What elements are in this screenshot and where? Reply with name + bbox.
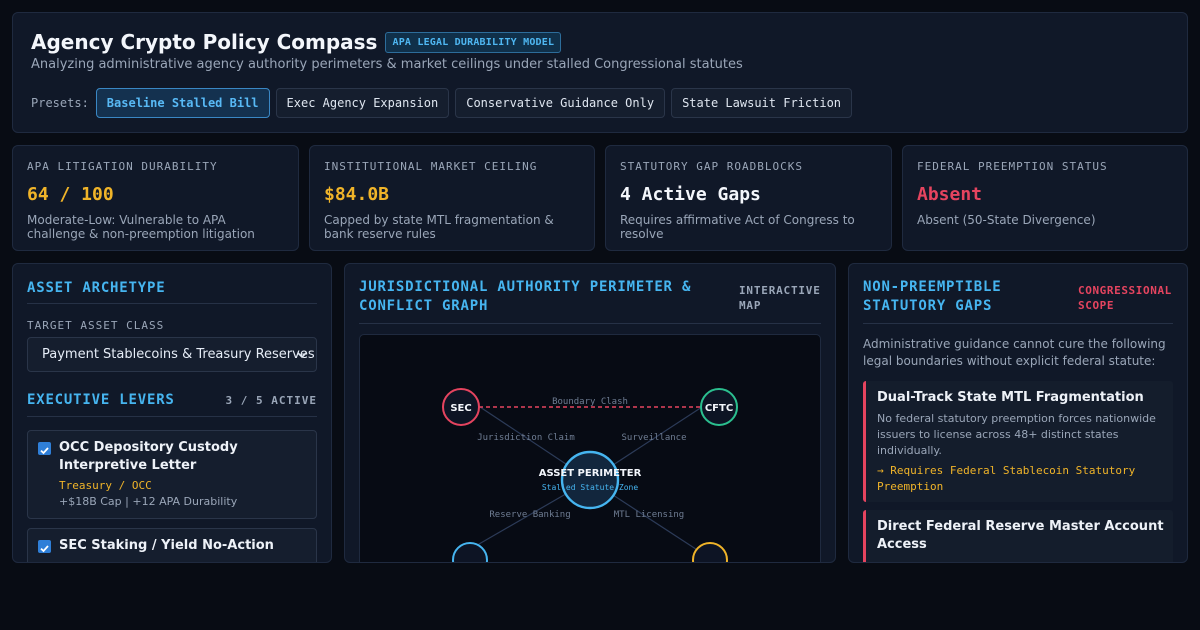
conflict-graph-svg: Boundary Clash Jurisdiction Claim Survei… xyxy=(442,388,738,563)
gaps-intro: Administrative guidance cannot cure the … xyxy=(863,337,1166,368)
interactive-map-tag: INTERACTIVE MAP xyxy=(739,284,821,312)
checkmark-icon xyxy=(40,545,49,553)
graph-node-sec-label: SEC xyxy=(450,403,471,414)
edge-label-clash: Boundary Clash xyxy=(552,397,628,407)
gap-card-mtl-fragmentation[interactable]: Dual-Track State MTL Fragmentation No fe… xyxy=(863,381,1173,502)
preset-conservative-button[interactable]: Conservative Guidance Only xyxy=(455,88,666,118)
target-asset-class-select[interactable]: Payment Stablecoins & Treasury Reserves xyxy=(27,337,317,372)
target-asset-class-label: TARGET ASSET CLASS xyxy=(27,319,165,332)
lever-title: OCC Depository Custody Interpretive Lett… xyxy=(59,440,238,473)
gap-requirement: → Requires Federal Stablecoin Statutory … xyxy=(877,464,1136,493)
stat-label: APA LITIGATION DURABILITY xyxy=(27,160,218,173)
asset-perimeter-sublabel: Stalled Statute Zone xyxy=(542,483,639,492)
gaps-title-line2: STATUTORY GAPS xyxy=(863,298,993,314)
lever-card-sec-staking[interactable]: SEC Staking / Yield No-Action xyxy=(27,528,317,562)
asset-levers-panel: ASSET ARCHETYPE TARGET ASSET CLASS Payme… xyxy=(12,263,332,563)
edge-label-surveillance: Surveillance xyxy=(621,433,686,443)
stat-label: FEDERAL PREEMPTION STATUS xyxy=(917,160,1108,173)
stat-card-statutory-gaps: STATUTORY GAP ROADBLOCKS 4 Active Gaps R… xyxy=(605,145,892,251)
gap-title: Direct Federal Reserve Master Account Ac… xyxy=(877,519,1164,552)
stat-note: Moderate-Low: Vulnerable to APA challeng… xyxy=(27,213,255,241)
stat-card-market-ceiling: INSTITUTIONAL MARKET CEILING $84.0B Capp… xyxy=(309,145,595,251)
stat-value: Absent xyxy=(917,184,983,205)
stat-label: STATUTORY GAP ROADBLOCKS xyxy=(620,160,803,173)
lever-agency: Treasury / OCC xyxy=(59,479,152,492)
presets-label: Presets: xyxy=(31,96,89,110)
gap-card-master-account[interactable]: Direct Federal Reserve Master Account Ac… xyxy=(863,510,1173,562)
graph-node-asset-perimeter[interactable] xyxy=(560,450,620,510)
preset-baseline-button[interactable]: Baseline Stalled Bill xyxy=(95,88,270,118)
graph-node-state[interactable] xyxy=(692,542,728,563)
app-subtitle: Analyzing administrative agency authorit… xyxy=(31,57,743,72)
divider xyxy=(863,323,1173,324)
stat-note: Capped by state MTL fragmentation & bank… xyxy=(324,213,554,241)
preset-exec-expansion-button[interactable]: Exec Agency Expansion xyxy=(275,88,450,118)
app-title: Agency Crypto Policy Compass xyxy=(31,30,378,54)
authority-graph-panel: JURISDICTIONAL AUTHORITY PERIMETER & CON… xyxy=(344,263,836,563)
congressional-scope-tag: CONGRESSIONAL SCOPE xyxy=(1078,283,1172,313)
presets-row: Presets: Baseline Stalled Bill Exec Agen… xyxy=(31,88,858,118)
graph-node-cftc-label: CFTC xyxy=(705,403,733,414)
conflict-graph-canvas[interactable]: Boundary Clash Jurisdiction Claim Survei… xyxy=(359,334,821,563)
preset-state-lawsuit-button[interactable]: State Lawsuit Friction xyxy=(671,88,853,118)
levers-active-count: 3 / 5 ACTIVE xyxy=(225,394,317,407)
stat-card-apa-durability: APA LITIGATION DURABILITY 64 / 100 Moder… xyxy=(12,145,299,251)
chevron-down-icon xyxy=(297,352,307,359)
lever-title: SEC Staking / Yield No-Action xyxy=(59,538,274,553)
gap-title: Dual-Track State MTL Fragmentation xyxy=(877,390,1144,405)
stat-value: 64 / 100 xyxy=(27,184,114,205)
divider xyxy=(359,323,821,324)
graph-node-reserve[interactable] xyxy=(452,542,488,563)
divider xyxy=(27,416,317,417)
gaps-title: NON-PREEMPTIBLE STATUTORY GAPS xyxy=(863,278,1001,316)
statutory-gaps-panel: NON-PREEMPTIBLE STATUTORY GAPS CONGRESSI… xyxy=(848,263,1188,563)
lever-card-occ-custody[interactable]: OCC Depository Custody Interpretive Lett… xyxy=(27,430,317,519)
asset-archetype-title: ASSET ARCHETYPE xyxy=(27,280,166,296)
checkmark-icon xyxy=(40,447,49,455)
edge-label-jurisdiction: Jurisdiction Claim xyxy=(477,433,575,443)
edge-label-mtl: MTL Licensing xyxy=(614,510,684,520)
gap-description: No federal statutory preemption forces n… xyxy=(877,412,1156,457)
edge-label-reserve: Reserve Banking xyxy=(489,510,570,520)
asset-perimeter-label: ASSET PERIMETER xyxy=(539,468,642,479)
header-panel: Agency Crypto Policy Compass APA LEGAL D… xyxy=(12,12,1188,133)
stat-note: Absent (50-State Divergence) xyxy=(917,213,1096,227)
scope-line1: CONGRESSIONAL xyxy=(1078,284,1172,297)
title-row: Agency Crypto Policy Compass APA LEGAL D… xyxy=(31,30,562,54)
scope-line2: SCOPE xyxy=(1078,299,1115,312)
stat-card-preemption-status: FEDERAL PREEMPTION STATUS Absent Absent … xyxy=(902,145,1188,251)
executive-levers-title: EXECUTIVE LEVERS xyxy=(27,392,175,408)
gaps-title-line1: NON-PREEMPTIBLE xyxy=(863,279,1002,295)
stat-note: Requires affirmative Act of Congress to … xyxy=(620,213,855,241)
lever-checkbox[interactable] xyxy=(38,540,51,553)
stat-label: INSTITUTIONAL MARKET CEILING xyxy=(324,160,538,173)
graph-title: JURISDICTIONAL AUTHORITY PERIMETER & CON… xyxy=(359,279,692,314)
lever-impact: +$18B Cap | +12 APA Durability xyxy=(59,495,238,508)
divider xyxy=(27,303,317,304)
stat-value: 4 Active Gaps xyxy=(620,184,761,205)
select-value: Payment Stablecoins & Treasury Reserves xyxy=(42,347,315,362)
stat-value: $84.0B xyxy=(324,184,390,205)
lever-checkbox[interactable] xyxy=(38,442,51,455)
model-badge: APA LEGAL DURABILITY MODEL xyxy=(385,31,562,53)
